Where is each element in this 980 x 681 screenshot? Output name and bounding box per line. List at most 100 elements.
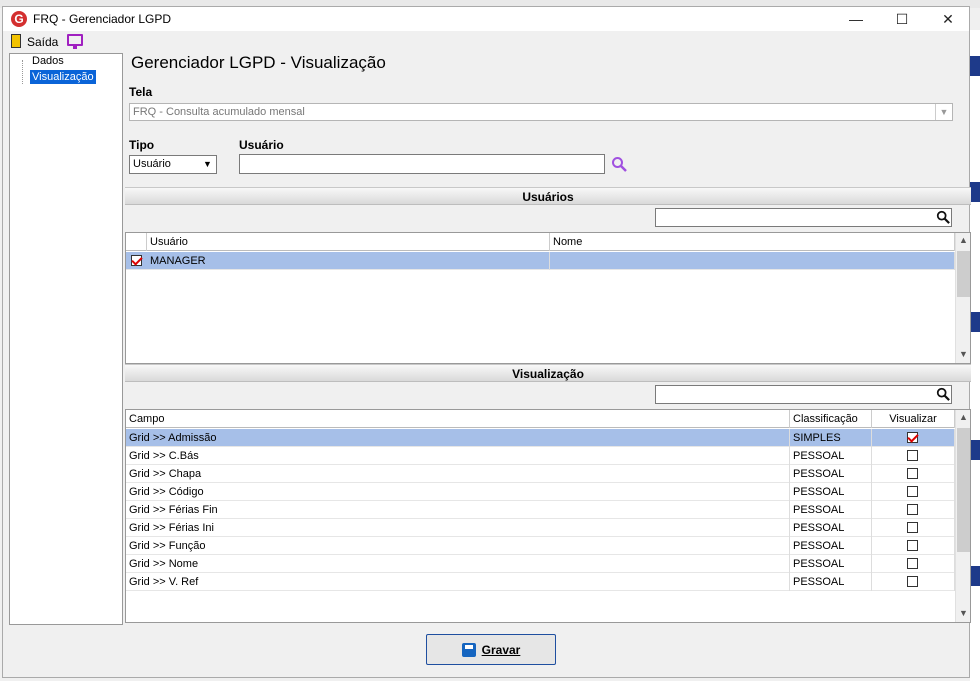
- column-header-classificacao[interactable]: Classificação: [790, 410, 872, 428]
- column-header-visualizar[interactable]: Visualizar: [872, 410, 955, 428]
- cell-visualizar: [872, 537, 955, 555]
- tree-item-dados[interactable]: Dados: [30, 54, 66, 68]
- navigation-tree: Dados Visualização: [9, 53, 123, 625]
- usuarios-filter-input[interactable]: [655, 208, 952, 227]
- tree-connector: [22, 60, 23, 84]
- usuarios-section-title: Usuários: [125, 187, 971, 205]
- column-header-campo[interactable]: Campo: [126, 410, 790, 428]
- background-chip: [970, 56, 980, 76]
- cell-classificacao: PESSOAL: [790, 555, 872, 573]
- background-chip: [970, 312, 980, 332]
- cell-visualizar: [872, 555, 955, 573]
- table-row[interactable]: Grid >> Admissão SIMPLES: [126, 429, 955, 447]
- save-button[interactable]: Gravar: [426, 634, 556, 665]
- table-row[interactable]: Grid >> Férias Ini PESSOAL: [126, 519, 955, 537]
- tree-item-visualizacao[interactable]: Visualização: [30, 70, 96, 84]
- search-icon[interactable]: [936, 387, 950, 401]
- floppy-disk-icon: [461, 642, 476, 657]
- checkbox-column-header: [126, 233, 147, 251]
- page-title: Gerenciador LGPD - Visualização: [131, 53, 386, 72]
- visualizar-checkbox[interactable]: [907, 468, 918, 479]
- cell-classificacao: PESSOAL: [790, 519, 872, 537]
- usuario-label: Usuário: [239, 138, 284, 152]
- close-button[interactable]: ✕: [925, 7, 971, 31]
- scroll-down-icon[interactable]: ▼: [956, 608, 970, 618]
- cell-visualizar: [872, 429, 955, 447]
- tela-select[interactable]: FRQ - Consulta acumulado mensal: [129, 103, 953, 121]
- usuarios-scrollbar[interactable]: ▲ ▼: [955, 233, 970, 363]
- exit-button[interactable]: Saída: [27, 35, 58, 49]
- cell-usuario: MANAGER: [147, 252, 550, 270]
- row-checkbox[interactable]: [131, 255, 142, 266]
- cell-classificacao: PESSOAL: [790, 501, 872, 519]
- visualizar-checkbox[interactable]: [907, 450, 918, 461]
- visualizar-checkbox[interactable]: [907, 486, 918, 497]
- cell-campo: Grid >> Férias Fin: [126, 501, 790, 519]
- visualizacao-grid: Campo Classificação Visualizar Grid >> A…: [125, 409, 971, 623]
- title-bar: G FRQ - Gerenciador LGPD — ☐ ✕: [3, 7, 969, 31]
- column-header-nome[interactable]: Nome: [550, 233, 955, 251]
- chevron-down-icon[interactable]: ▼: [935, 104, 952, 120]
- visualizacao-filter-input[interactable]: [655, 385, 952, 404]
- cell-classificacao: PESSOAL: [790, 483, 872, 501]
- scroll-up-icon[interactable]: ▲: [956, 235, 970, 245]
- visualizar-checkbox[interactable]: [907, 522, 918, 533]
- cell-visualizar: [872, 573, 955, 591]
- usuario-input[interactable]: [239, 154, 605, 174]
- table-row[interactable]: Grid >> V. Ref PESSOAL: [126, 573, 955, 591]
- table-row[interactable]: Grid >> Função PESSOAL: [126, 537, 955, 555]
- cell-classificacao: PESSOAL: [790, 447, 872, 465]
- cell-campo: Grid >> Código: [126, 483, 790, 501]
- visualizar-checkbox[interactable]: [907, 504, 918, 515]
- minimize-button[interactable]: —: [833, 7, 879, 31]
- visualizacao-scrollbar[interactable]: ▲ ▼: [955, 410, 970, 622]
- scroll-down-icon[interactable]: ▼: [956, 349, 970, 359]
- cell-campo: Grid >> C.Bás: [126, 447, 790, 465]
- visualizacao-section-title: Visualização: [125, 364, 971, 382]
- exit-door-icon[interactable]: [11, 34, 21, 48]
- scroll-up-icon[interactable]: ▲: [956, 412, 970, 422]
- column-header-usuario[interactable]: Usuário: [147, 233, 550, 251]
- visualizar-checkbox[interactable]: [907, 540, 918, 551]
- search-icon[interactable]: [611, 156, 627, 172]
- table-row[interactable]: Grid >> Férias Fin PESSOAL: [126, 501, 955, 519]
- scroll-thumb[interactable]: [957, 428, 970, 552]
- background-chip: [970, 182, 980, 202]
- visualizar-checkbox[interactable]: [907, 558, 918, 569]
- main-window: G FRQ - Gerenciador LGPD — ☐ ✕ Saída Dad…: [2, 6, 971, 678]
- search-icon[interactable]: [936, 210, 950, 224]
- cell-visualizar: [872, 447, 955, 465]
- cell-classificacao: PESSOAL: [790, 465, 872, 483]
- cell-visualizar: [872, 465, 955, 483]
- background-chip: [970, 440, 980, 460]
- table-row[interactable]: Grid >> Chapa PESSOAL: [126, 465, 955, 483]
- monitor-stand-icon: [73, 46, 77, 49]
- cell-visualizar: [872, 519, 955, 537]
- chevron-down-icon[interactable]: ▼: [199, 156, 216, 173]
- maximize-button[interactable]: ☐: [879, 7, 925, 31]
- grid-header: Usuário Nome: [126, 233, 955, 251]
- visualizar-checkbox[interactable]: [907, 576, 918, 587]
- cell-visualizar: [872, 483, 955, 501]
- window-title: FRQ - Gerenciador LGPD: [33, 12, 172, 26]
- table-row[interactable]: Grid >> Nome PESSOAL: [126, 555, 955, 573]
- save-button-label: Gravar: [481, 642, 521, 657]
- monitor-icon[interactable]: [67, 34, 83, 46]
- tipo-label: Tipo: [129, 138, 155, 152]
- visualizar-checkbox[interactable]: [907, 432, 918, 443]
- cell-campo: Grid >> V. Ref: [126, 573, 790, 591]
- grid-header: Campo Classificação Visualizar: [126, 410, 955, 428]
- cell-campo: Grid >> Função: [126, 537, 790, 555]
- cell-classificacao: SIMPLES: [790, 429, 872, 447]
- cell-classificacao: PESSOAL: [790, 537, 872, 555]
- app-logo-icon: G: [11, 11, 27, 27]
- cell-campo: Grid >> Nome: [126, 555, 790, 573]
- scroll-thumb[interactable]: [957, 251, 970, 297]
- tela-label: Tela: [129, 85, 153, 99]
- background-chip: [970, 566, 980, 586]
- table-row[interactable]: MANAGER: [126, 252, 955, 270]
- table-row[interactable]: Grid >> Código PESSOAL: [126, 483, 955, 501]
- cell-nome: [550, 252, 955, 270]
- table-row[interactable]: Grid >> C.Bás PESSOAL: [126, 447, 955, 465]
- toolbar: Saída: [3, 31, 969, 51]
